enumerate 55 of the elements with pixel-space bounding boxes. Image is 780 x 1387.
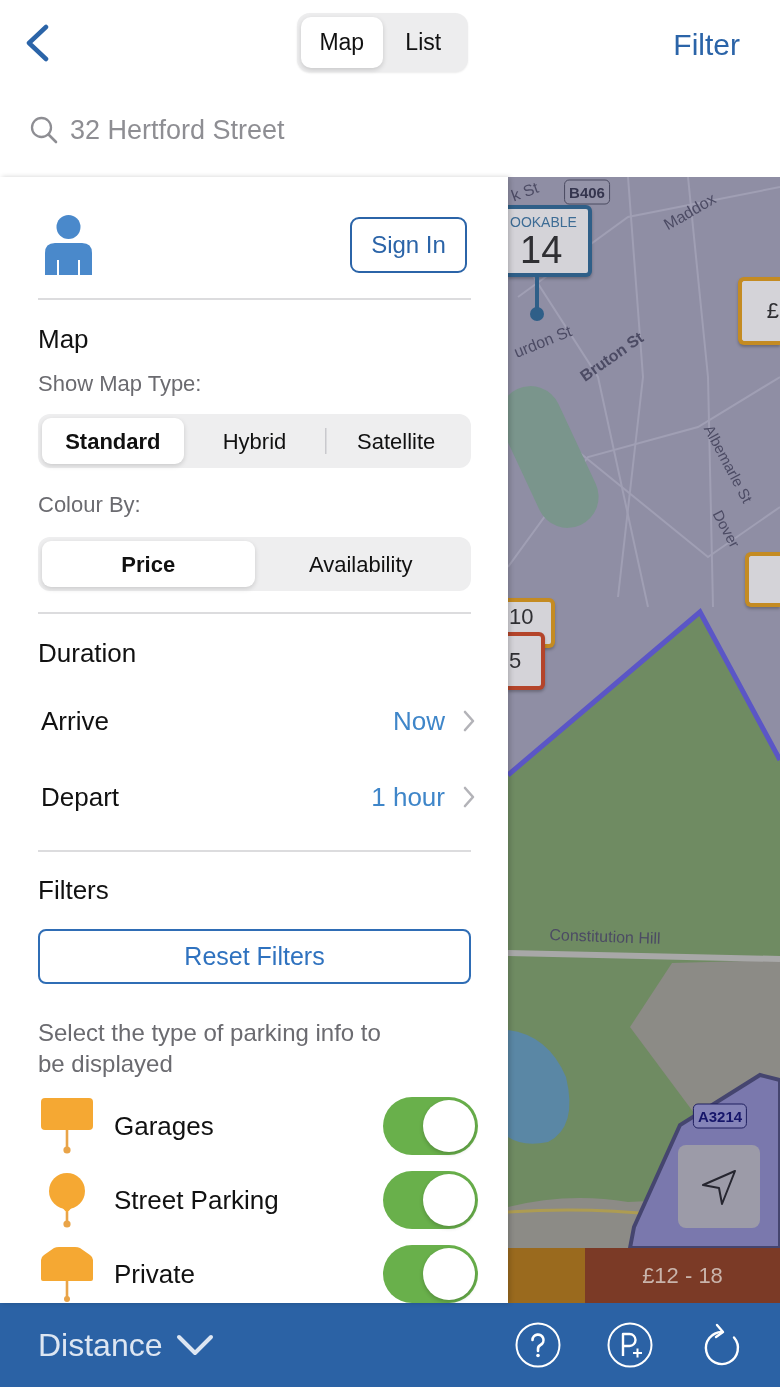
price-pin[interactable]: £ <box>738 277 780 345</box>
pin-price: 10 <box>508 603 534 630</box>
search-field[interactable]: 32 Hertford Street <box>70 109 400 151</box>
person-icon <box>45 215 92 275</box>
duration-label: Arrive <box>41 704 109 738</box>
toggle-switch[interactable] <box>383 1097 478 1155</box>
back-button[interactable] <box>25 24 49 62</box>
segment-option[interactable]: Hybrid <box>183 418 326 464</box>
pin-price: 5 <box>508 648 522 674</box>
field-label: Colour By: <box>38 491 142 519</box>
chevron-right-icon <box>463 710 475 732</box>
field-label: Show Map Type: <box>38 370 203 398</box>
reset-filters-button[interactable]: Reset Filters <box>38 929 471 984</box>
hint-text: Select the type of parking info to be displayed <box>38 1018 382 1079</box>
parking-add-icon[interactable] <box>607 1322 653 1368</box>
filter-button[interactable]: Filter <box>673 27 740 63</box>
pin-price: £ <box>766 298 780 324</box>
road-number-sign: A3214 <box>692 1103 748 1129</box>
parking-type-label: Street Parking <box>114 1183 280 1217</box>
help-icon[interactable] <box>515 1322 561 1368</box>
pin-pointer-icon <box>530 277 544 321</box>
section-title: Duration <box>38 637 138 669</box>
street-label: urdon St <box>511 322 575 362</box>
sort-dropdown[interactable]: Distance <box>38 1321 214 1369</box>
price-pin[interactable]: 5 <box>508 632 545 690</box>
house-sign-icon <box>40 1246 94 1302</box>
view-tab[interactable]: List <box>382 17 464 68</box>
street-label: Dover <box>708 507 744 551</box>
view-tab[interactable]: Map <box>301 17 383 68</box>
segment-option[interactable]: Standard <box>42 418 184 464</box>
section-title: Map <box>38 323 90 355</box>
back-chevron-icon <box>25 24 49 62</box>
search-icon <box>30 116 58 144</box>
parking-type-label: Garages <box>114 1109 215 1143</box>
chevron-right-icon <box>463 786 475 808</box>
price-band: £12 - 18 <box>585 1248 780 1303</box>
street-label: k St <box>508 178 542 206</box>
chevron-down-icon <box>175 1334 214 1356</box>
street-label: Constitution Hill <box>549 926 661 948</box>
sign-in-button[interactable]: Sign In <box>350 217 467 273</box>
segment-option[interactable]: Availability <box>254 541 467 587</box>
toggle-switch[interactable] <box>383 1245 478 1303</box>
pin-price: 14 <box>519 230 563 270</box>
road-number-sign: B406 <box>564 179 610 205</box>
duration-label: Depart <box>41 780 120 814</box>
bookable-pin[interactable]: OOKABLE 14 <box>508 205 592 277</box>
section-title: Filters <box>38 874 110 906</box>
segment-option[interactable]: Price <box>42 541 255 587</box>
toggle-switch[interactable] <box>383 1171 478 1229</box>
pin-tag: OOKABLE <box>508 214 588 230</box>
garage-sign-icon <box>40 1098 94 1154</box>
duration-value[interactable]: Now <box>393 701 475 741</box>
parking-type-label: Private <box>114 1257 196 1291</box>
duration-value[interactable]: 1 hour <box>371 777 475 817</box>
locate-button[interactable] <box>678 1145 760 1228</box>
